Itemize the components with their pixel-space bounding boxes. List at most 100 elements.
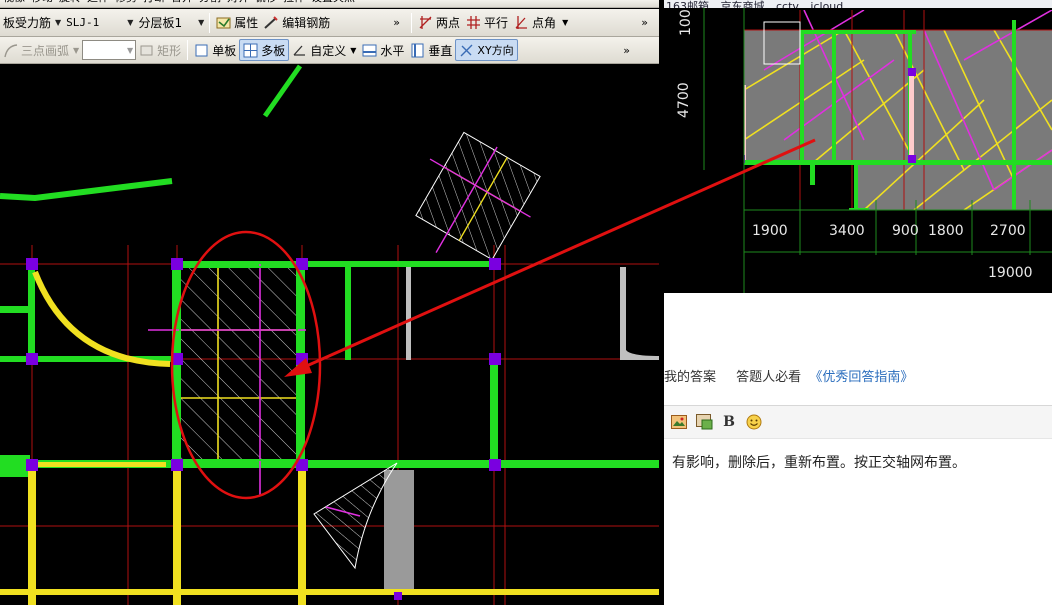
- edit-toolbar-item[interactable]: 偏移: [252, 0, 280, 7]
- edit-toolbar-item[interactable]: 拉伸: [280, 0, 308, 7]
- image-icon: [671, 415, 687, 429]
- vertical-button[interactable]: 垂直: [407, 39, 455, 61]
- layer-value: 分层板1: [138, 16, 183, 30]
- single-slab-icon: [195, 44, 208, 56]
- dim-label: 900: [892, 223, 919, 239]
- bookmarks-bar: 163邮箱 京东商城 cctv icloud: [664, 0, 1052, 8]
- parallel-icon: [467, 16, 481, 29]
- horizontal-icon: [362, 44, 377, 56]
- insert-image-icon: [695, 414, 712, 430]
- edit-toolbar-item[interactable]: 视像: [0, 0, 28, 7]
- edit-toolbar-item[interactable]: 设置夹点: [308, 0, 358, 7]
- rectangle-label: 矩形: [157, 43, 182, 58]
- edit-toolbar-item[interactable]: 分割: [196, 0, 224, 7]
- arc-mode-select[interactable]: ▼: [82, 40, 137, 60]
- dim-label: 1900: [752, 223, 788, 239]
- multi-slab-button[interactable]: 多板: [239, 39, 290, 61]
- component-name-value: SLJ-1: [66, 16, 100, 29]
- dim-label: 2700: [990, 223, 1026, 239]
- answer-text-area[interactable]: 有影响，删除后，重新布置。按正交轴网布置。: [672, 452, 1047, 472]
- chevron-down-icon: ▼: [127, 45, 134, 55]
- insert-image-button[interactable]: [695, 413, 713, 431]
- chevron-down-icon: ▼: [350, 45, 357, 55]
- emoji-icon: [746, 414, 762, 430]
- editor-toolbar: B: [664, 405, 1052, 439]
- toolbar-overflow-button-3[interactable]: »: [623, 44, 660, 57]
- vertical-label: 垂直: [428, 43, 453, 58]
- chevron-down-icon: ▼: [127, 18, 134, 27]
- chevron-down-icon: ▼: [198, 18, 205, 27]
- component-toolbar: 板受力筋 ▼ SLJ-1 ▼ 分层板1 ▼ 属性 编辑钢筋 » 两点 平行 点角 ▼: [0, 9, 660, 37]
- separator: [209, 12, 211, 33]
- cad-application: 视像移动旋转延伸修剪打断合并分割对齐偏移拉伸设置夹点 板受力筋▼ SLJ-1▼ …: [0, 0, 660, 605]
- edit-toolbar-item[interactable]: 旋转: [56, 0, 84, 7]
- browser-panel: 100 4700 1900 3400 900 1800 2700 19000 1…: [664, 0, 1052, 605]
- must-read-label: 答题人必看: [736, 370, 802, 385]
- wall: [406, 267, 411, 360]
- my-answer-label: 我的答案: [664, 370, 717, 385]
- properties-button[interactable]: 属性: [213, 12, 261, 34]
- emoji-button[interactable]: [745, 413, 763, 431]
- single-slab-label: 单板: [212, 43, 237, 58]
- chevron-down-icon: ▼: [562, 18, 569, 27]
- edit-toolbar-item[interactable]: 延伸: [84, 0, 112, 7]
- three-point-arc-button[interactable]: 三点画弧 ▼: [0, 39, 82, 61]
- rectangle-button[interactable]: 矩形: [136, 39, 184, 61]
- horizontal-button[interactable]: 水平: [359, 39, 407, 61]
- edit-toolbar-item[interactable]: 对齐: [224, 0, 252, 7]
- rectangle-icon: [140, 45, 153, 55]
- two-points-icon: [419, 16, 432, 29]
- multi-slab-icon: [243, 43, 258, 57]
- edit-toolbar-item[interactable]: 打断: [140, 0, 168, 7]
- toolbar-overflow-button-2[interactable]: »: [641, 16, 660, 29]
- single-slab-button[interactable]: 单板: [191, 39, 239, 61]
- xy-direction-icon: [460, 44, 473, 56]
- bookmark-item[interactable]: icloud: [810, 0, 843, 8]
- point-angle-icon: [515, 16, 528, 29]
- component-type-select[interactable]: 板受力筋 ▼: [0, 13, 63, 33]
- layer-select[interactable]: 分层板1 ▼: [135, 13, 206, 33]
- custom-label: 自定义: [310, 43, 347, 58]
- dim-vertical-top: 100: [678, 9, 694, 36]
- edit-rebar-button[interactable]: 编辑钢筋: [261, 12, 333, 34]
- point-angle-button[interactable]: 点角 ▼: [511, 12, 571, 34]
- parallel-button[interactable]: 平行: [463, 12, 511, 34]
- two-points-button[interactable]: 两点: [415, 12, 463, 34]
- edit-toolbar: 视像移动旋转延伸修剪打断合并分割对齐偏移拉伸设置夹点: [0, 0, 660, 8]
- bold-button[interactable]: B: [720, 413, 738, 431]
- custom-icon: [293, 45, 306, 56]
- bookmark-item[interactable]: 163邮箱: [666, 0, 709, 8]
- three-point-arc-label: 三点画弧: [21, 43, 70, 58]
- embedded-drawing-image: 100 4700 1900 3400 900 1800 2700 19000: [664, 0, 1052, 293]
- bookmark-item[interactable]: cctv: [776, 0, 799, 8]
- component-type-value: 板受力筋: [3, 16, 52, 30]
- custom-button[interactable]: 自定义 ▼: [289, 39, 359, 61]
- edit-toolbar-item[interactable]: 移动: [28, 0, 56, 7]
- horizontal-label: 水平: [380, 43, 405, 58]
- edit-rebar-icon: [264, 16, 278, 29]
- cad-drawing-canvas[interactable]: [0, 64, 660, 605]
- parallel-label: 平行: [484, 16, 509, 30]
- selected-slab[interactable]: [180, 267, 297, 460]
- xy-direction-button[interactable]: XY方向: [455, 39, 518, 61]
- image-button[interactable]: [670, 413, 688, 431]
- edit-toolbar-item[interactable]: 合并: [168, 0, 196, 7]
- answer-tabs: 我的答案 答题人必看 《优秀回答指南》: [664, 366, 1052, 388]
- bookmark-item[interactable]: 京东商城: [721, 0, 765, 8]
- xy-direction-label: XY方向: [477, 44, 514, 57]
- dim-label: 1800: [928, 223, 964, 239]
- multi-slab-label: 多板: [261, 43, 286, 58]
- properties-icon: [216, 17, 231, 29]
- arc-icon: [4, 43, 18, 57]
- edit-rebar-label: 编辑钢筋: [282, 16, 331, 30]
- toolbar-overflow-button[interactable]: »: [333, 12, 408, 34]
- drawing-toolbar: 三点画弧 ▼ ▼ 矩形 单板 多板 自定义 ▼ 水平 垂直 XY方向 »: [0, 37, 660, 64]
- edit-toolbar-item[interactable]: 修剪: [112, 0, 140, 7]
- dim-vertical: 4700: [676, 82, 692, 118]
- dim-label: 3400: [829, 223, 865, 239]
- component-name-select[interactable]: SLJ-1 ▼: [63, 13, 135, 33]
- separator: [411, 12, 413, 33]
- separator: [187, 40, 189, 60]
- properties-label: 属性: [234, 16, 259, 30]
- answer-guide-link[interactable]: 《优秀回答指南》: [809, 366, 913, 385]
